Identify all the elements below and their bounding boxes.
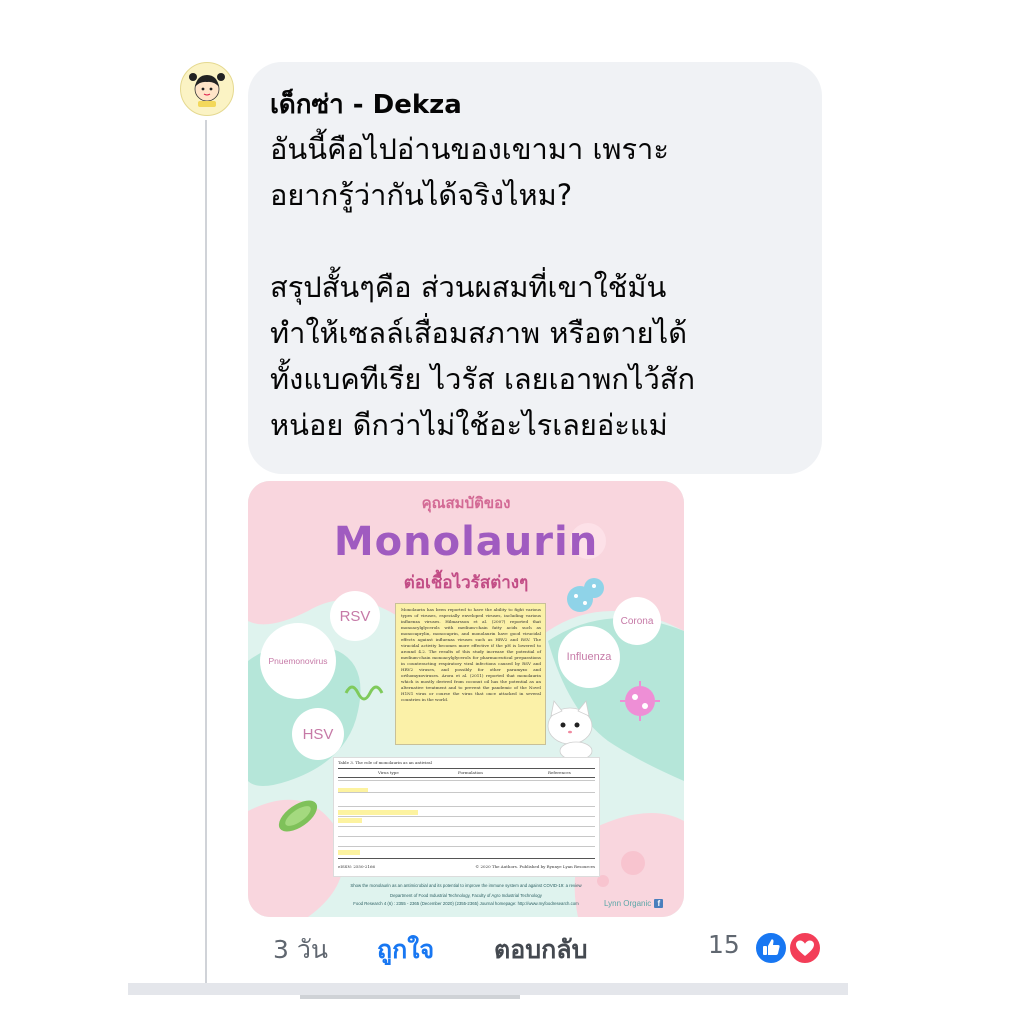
comment-bubble: เด็กซ่า - Dekza อันนี้คือไปอ่านของเขามา … bbox=[248, 62, 822, 474]
table-row bbox=[338, 836, 595, 837]
table-footer-right: © 2020 The Authors. Published by Rynnye … bbox=[475, 864, 595, 869]
avatar-girl-illustration bbox=[187, 70, 227, 110]
comment-divider bbox=[128, 983, 848, 995]
table-header-references: References bbox=[548, 770, 571, 775]
virus-bubble-hsv: HSV bbox=[292, 708, 344, 760]
table-row bbox=[338, 858, 595, 859]
virus-bubble-influenza: Influenza bbox=[558, 626, 620, 688]
reply-button[interactable]: ตอบกลับ bbox=[494, 930, 587, 970]
table-header-formulation: Formulation bbox=[458, 770, 483, 775]
comment-text: อันนี้คือไปอ่านของเขามา เพราะ อยากรู้ว่า… bbox=[270, 132, 696, 442]
virus-label-rsv: RSV bbox=[339, 607, 371, 625]
virus-bubble-pnuemonovirus: Pnuemonovirus bbox=[260, 623, 336, 699]
virus-bubble-corona: Corona bbox=[613, 597, 661, 645]
reaction-icons[interactable] bbox=[754, 931, 824, 965]
virus-label-influenza: Influenza bbox=[566, 651, 612, 663]
poster-subtitle: ต่อเชื้อไวรัสต่างๆ bbox=[403, 573, 529, 592]
poster-research-table: Table 3. The role of monolaurin as an an… bbox=[333, 757, 600, 877]
poster-text-box: Monolaurin has been reported to have the… bbox=[395, 603, 546, 745]
table-highlight bbox=[338, 810, 418, 815]
poster-brand: Lynn Organic f bbox=[604, 899, 664, 908]
love-reaction-icon bbox=[788, 931, 822, 965]
like-reaction-icon bbox=[754, 931, 788, 965]
virus-label-corona: Corona bbox=[620, 615, 654, 627]
table-footer-left: eISSN: 2550-2166 bbox=[338, 864, 376, 869]
poster-brand-label: Lynn Organic bbox=[604, 899, 652, 908]
like-button[interactable]: ถูกใจ bbox=[377, 930, 434, 970]
table-row bbox=[338, 816, 595, 817]
comment-image-attachment[interactable]: คุณสมบัติของ Monolaurin ต่อเชื้อไวรัสต่า… bbox=[248, 481, 684, 917]
table-highlight bbox=[338, 850, 360, 855]
table-row bbox=[338, 806, 595, 807]
reaction-count[interactable]: 15 bbox=[708, 930, 740, 959]
next-comment-edge bbox=[300, 995, 520, 999]
reply-thread-line bbox=[205, 120, 207, 990]
comment-author[interactable]: เด็กซ่า - Dekza bbox=[270, 84, 462, 125]
avatar[interactable] bbox=[180, 62, 234, 116]
comment-timestamp[interactable]: 3 วัน bbox=[273, 930, 328, 970]
table-caption: Table 3. The role of monolaurin as an an… bbox=[338, 760, 432, 765]
table-header-virus: Virus type bbox=[378, 770, 399, 775]
poster-body-text: Monolaurin has been reported to have the… bbox=[401, 607, 541, 702]
table-row bbox=[338, 826, 595, 827]
table-highlight bbox=[338, 818, 362, 823]
poster-title: Monolaurin bbox=[333, 519, 599, 565]
virus-label-pnuemonovirus: Pnuemonovirus bbox=[268, 656, 328, 666]
table-row bbox=[338, 792, 595, 793]
table-row bbox=[338, 780, 595, 781]
table-header: Virus type Formulation References bbox=[338, 768, 595, 778]
poster-citation-title: Show the monolaurin as an antimicrobial … bbox=[350, 883, 582, 888]
facebook-icon: f bbox=[654, 899, 664, 908]
virus-label-hsv: HSV bbox=[302, 725, 334, 743]
table-row bbox=[338, 846, 595, 847]
poster-kicker: คุณสมบัติของ bbox=[421, 495, 511, 512]
poster-citation-department: Department of Food Industrial Technology… bbox=[390, 893, 542, 898]
virus-bubble-rsv: RSV bbox=[330, 591, 380, 641]
